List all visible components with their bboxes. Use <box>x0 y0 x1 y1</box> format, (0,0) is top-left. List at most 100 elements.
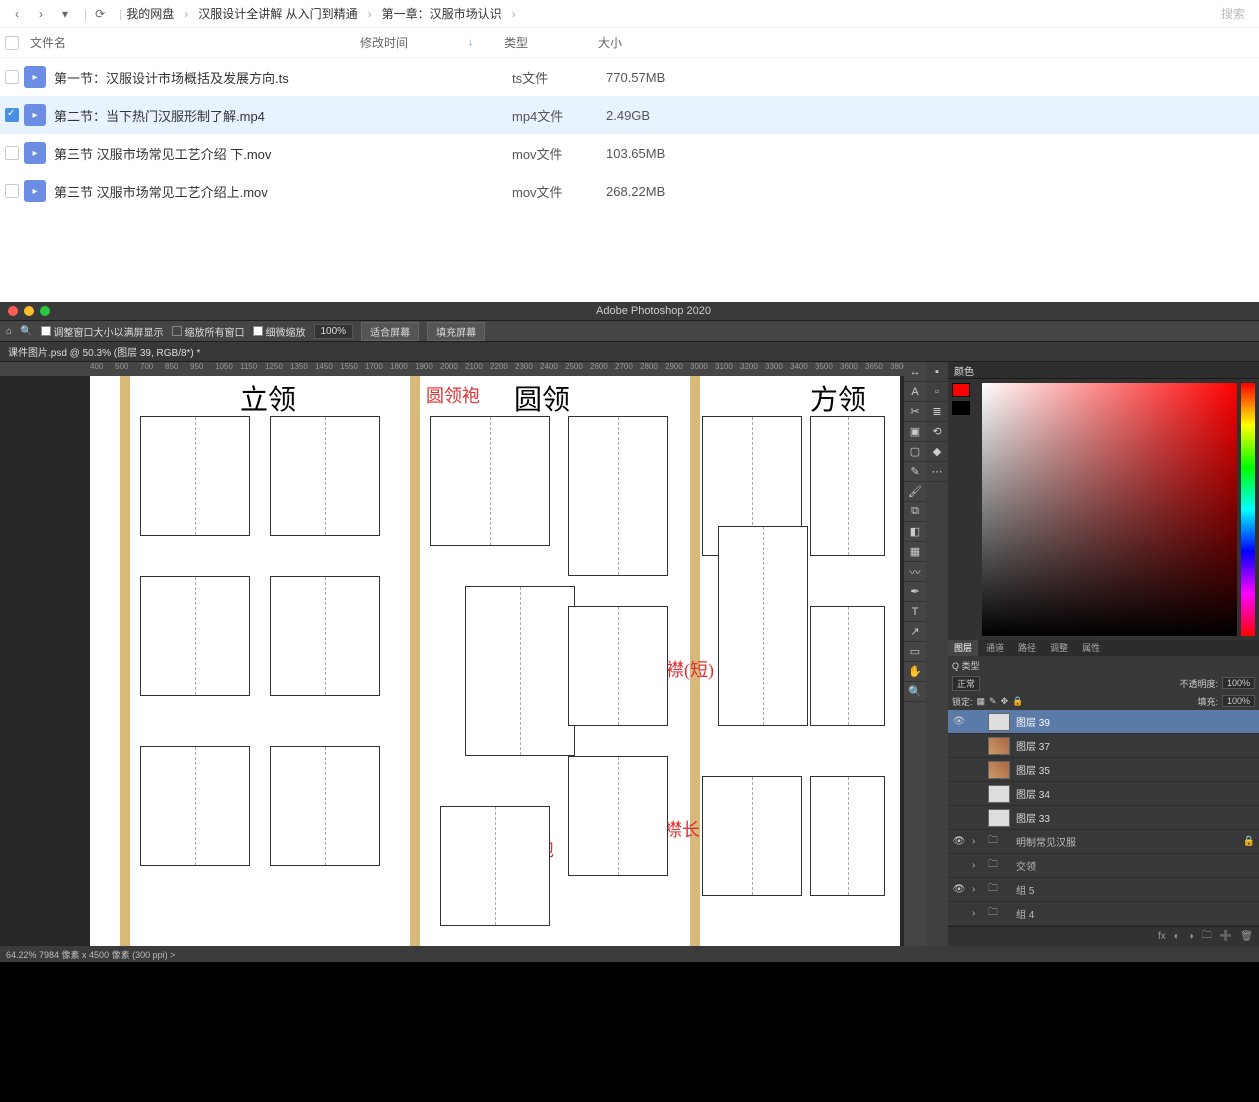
type-tool-icon[interactable]: T <box>904 602 926 622</box>
tab-adjust[interactable]: 调整 <box>1044 640 1074 656</box>
scissors-tool-icon[interactable]: ✂ <box>904 402 926 422</box>
col-mtime[interactable]: 修改时间 ↓ <box>360 34 504 51</box>
eraser-tool-icon[interactable]: ◧ <box>904 522 926 542</box>
layer-name: 图层 34 <box>1016 786 1050 801</box>
col-type[interactable]: 类型 <box>504 34 598 51</box>
adjustment-layer-icon[interactable]: ◑ <box>1188 931 1194 942</box>
row-checkbox[interactable] <box>5 146 19 160</box>
text-tool-icon[interactable]: A <box>904 382 926 402</box>
file-type: mov文件 <box>512 144 606 163</box>
minimize-traffic-icon[interactable] <box>24 306 34 316</box>
search-input[interactable]: 搜索 <box>1215 5 1251 22</box>
stamp-tool-icon[interactable]: ⧉ <box>904 502 926 522</box>
home-icon[interactable]: ⌂ <box>6 326 12 337</box>
row-checkbox[interactable] <box>5 70 19 84</box>
eyedrop-tool-icon[interactable]: ✎ <box>904 462 926 482</box>
swatch-bg[interactable] <box>952 401 970 415</box>
crumb-root[interactable]: 我的网盘 <box>126 5 174 22</box>
file-row[interactable]: 第一节：汉服设计市场概括及发展方向.ts ts文件 770.57MB <box>0 58 1259 96</box>
layer-row[interactable]: 👁›🗀组 5 <box>948 878 1259 902</box>
paths-toggle-icon[interactable]: ◆ <box>926 442 948 462</box>
lock-position-icon[interactable]: ✥ <box>1001 696 1009 707</box>
file-row[interactable]: 第三节 汉服市场常见工艺介绍上.mov mov文件 268.22MB <box>0 172 1259 210</box>
more-panels-icon[interactable]: ⋯ <box>926 462 948 482</box>
visibility-eye-icon[interactable]: 👁 <box>952 716 966 727</box>
history-toggle-icon[interactable]: ⟲ <box>926 422 948 442</box>
back-button[interactable]: ‹ <box>8 5 26 23</box>
frame-tool-icon[interactable]: ▢ <box>904 442 926 462</box>
color-field[interactable] <box>982 383 1237 636</box>
opt1-checkbox[interactable] <box>41 326 51 336</box>
row-checkbox[interactable] <box>5 184 19 198</box>
color-panel-tab[interactable]: 颜色 <box>948 362 1259 379</box>
swatch-fg-icon[interactable]: ▪ <box>926 362 948 382</box>
crumb-2[interactable]: 第一章：汉服市场认识 <box>382 5 502 22</box>
file-row[interactable]: 第三节 汉服市场常见工艺介绍 下.mov mov文件 103.65MB <box>0 134 1259 172</box>
layers-footer: fx ◐ ◑ 🗀 ➕ 🗑 <box>948 926 1259 946</box>
swatch-fg[interactable] <box>952 383 970 397</box>
row-checkbox[interactable] <box>5 108 19 122</box>
zoom-traffic-icon[interactable] <box>40 306 50 316</box>
forward-button[interactable]: › <box>32 5 50 23</box>
group-icon[interactable]: 🗀 <box>1202 928 1212 945</box>
layer-row[interactable]: 图层 34 <box>948 782 1259 806</box>
layer-row[interactable]: ›🗀交领 <box>948 854 1259 878</box>
select-all-checkbox[interactable] <box>5 36 19 50</box>
layer-row[interactable]: ›🗀组 4 <box>948 902 1259 926</box>
col-name[interactable]: 文件名 <box>24 34 360 51</box>
layers-toggle-icon[interactable]: ≣ <box>926 402 948 422</box>
fill-screen-button[interactable]: 填充屏幕 <box>427 322 485 341</box>
crumb-1[interactable]: 汉服设计全讲解 从入门到精通 <box>198 5 357 22</box>
kind-filter[interactable]: Q 类型 <box>952 659 980 672</box>
visibility-eye-icon[interactable]: 👁 <box>952 836 966 847</box>
crop-tool-icon[interactable]: ▣ <box>904 422 926 442</box>
refresh-button[interactable]: ⟳ <box>91 5 109 23</box>
blur-tool-icon[interactable]: 〰 <box>904 562 926 582</box>
blend-mode-select[interactable]: 正常 <box>952 676 980 691</box>
tab-props[interactable]: 属性 <box>1076 640 1106 656</box>
hue-slider[interactable] <box>1241 383 1255 636</box>
tab-paths[interactable]: 路径 <box>1012 640 1042 656</box>
opt2-checkbox[interactable] <box>172 326 182 336</box>
dropdown-button[interactable]: ▾ <box>56 5 74 23</box>
lock-pixels-icon[interactable]: ✎ <box>989 696 997 707</box>
canvas[interactable]: 立领 圆领 方领 圆领袍 圆领比甲(短) 长 圆领大襟(短) 圆领大襟长 圆领袍 <box>90 376 900 946</box>
new-layer-icon[interactable]: ➕ <box>1220 931 1232 942</box>
document-tab[interactable]: 课件图片.psd @ 50.3% (图层 39, RGB/8*) * <box>0 342 1259 362</box>
brush-tool-icon[interactable]: 🖌 <box>904 482 926 502</box>
file-row[interactable]: 第二节：当下热门汉服形制了解.mp4 mp4文件 2.49GB <box>0 96 1259 134</box>
close-traffic-icon[interactable] <box>8 306 18 316</box>
mask-icon[interactable]: ◐ <box>1174 931 1180 942</box>
color-picker[interactable] <box>948 379 1259 640</box>
path-tool-icon[interactable]: ↗ <box>904 622 926 642</box>
layer-row[interactable]: 👁图层 39 <box>948 710 1259 734</box>
pen-tool-icon[interactable]: ✒ <box>904 582 926 602</box>
zoom-percent[interactable]: 100% <box>314 324 354 339</box>
trash-icon[interactable]: 🗑 <box>1240 931 1253 942</box>
visibility-eye-icon[interactable]: 👁 <box>952 884 966 895</box>
tab-channels[interactable]: 通道 <box>980 640 1010 656</box>
zoom-tool-icon[interactable]: 🔍 <box>904 682 926 702</box>
opacity-input[interactable]: 100% <box>1222 677 1255 689</box>
video-file-icon <box>24 142 46 164</box>
col-size[interactable]: 大小 <box>598 34 718 51</box>
layer-row[interactable]: 👁›🗀明制常见汉服🔒 <box>948 830 1259 854</box>
swatch-bg-icon[interactable]: ▫ <box>926 382 948 402</box>
layer-row[interactable]: 图层 35 <box>948 758 1259 782</box>
shape-tool-icon[interactable]: ▭ <box>904 642 926 662</box>
gradient-tool-icon[interactable]: ▦ <box>904 542 926 562</box>
tab-layers[interactable]: 图层 <box>948 640 978 656</box>
fill-input[interactable]: 100% <box>1222 695 1255 707</box>
canvas-area[interactable]: 4005007008509501050115012501350145015501… <box>0 362 904 946</box>
arrow-tool-icon[interactable]: ↔ <box>904 362 926 382</box>
tool-strip-a: ↔ A ✂ ▣ ▢ ✎ 🖌 ⧉ ◧ ▦ 〰 ✒ T ↗ ▭ ✋ 🔍 <box>904 362 926 946</box>
lock-transparent-icon[interactable]: ▦ <box>977 696 986 707</box>
fx-icon[interactable]: fx <box>1158 931 1166 942</box>
fit-screen-button[interactable]: 适合屏幕 <box>361 322 419 341</box>
layer-row[interactable]: 图层 37 <box>948 734 1259 758</box>
hand-tool-icon[interactable]: ✋ <box>904 662 926 682</box>
lock-all-icon[interactable]: 🔒 <box>1012 696 1023 707</box>
zoom-tool-icon[interactable]: 🔍 <box>20 326 32 337</box>
layer-row[interactable]: 图层 33 <box>948 806 1259 830</box>
opt3-checkbox[interactable] <box>253 326 263 336</box>
